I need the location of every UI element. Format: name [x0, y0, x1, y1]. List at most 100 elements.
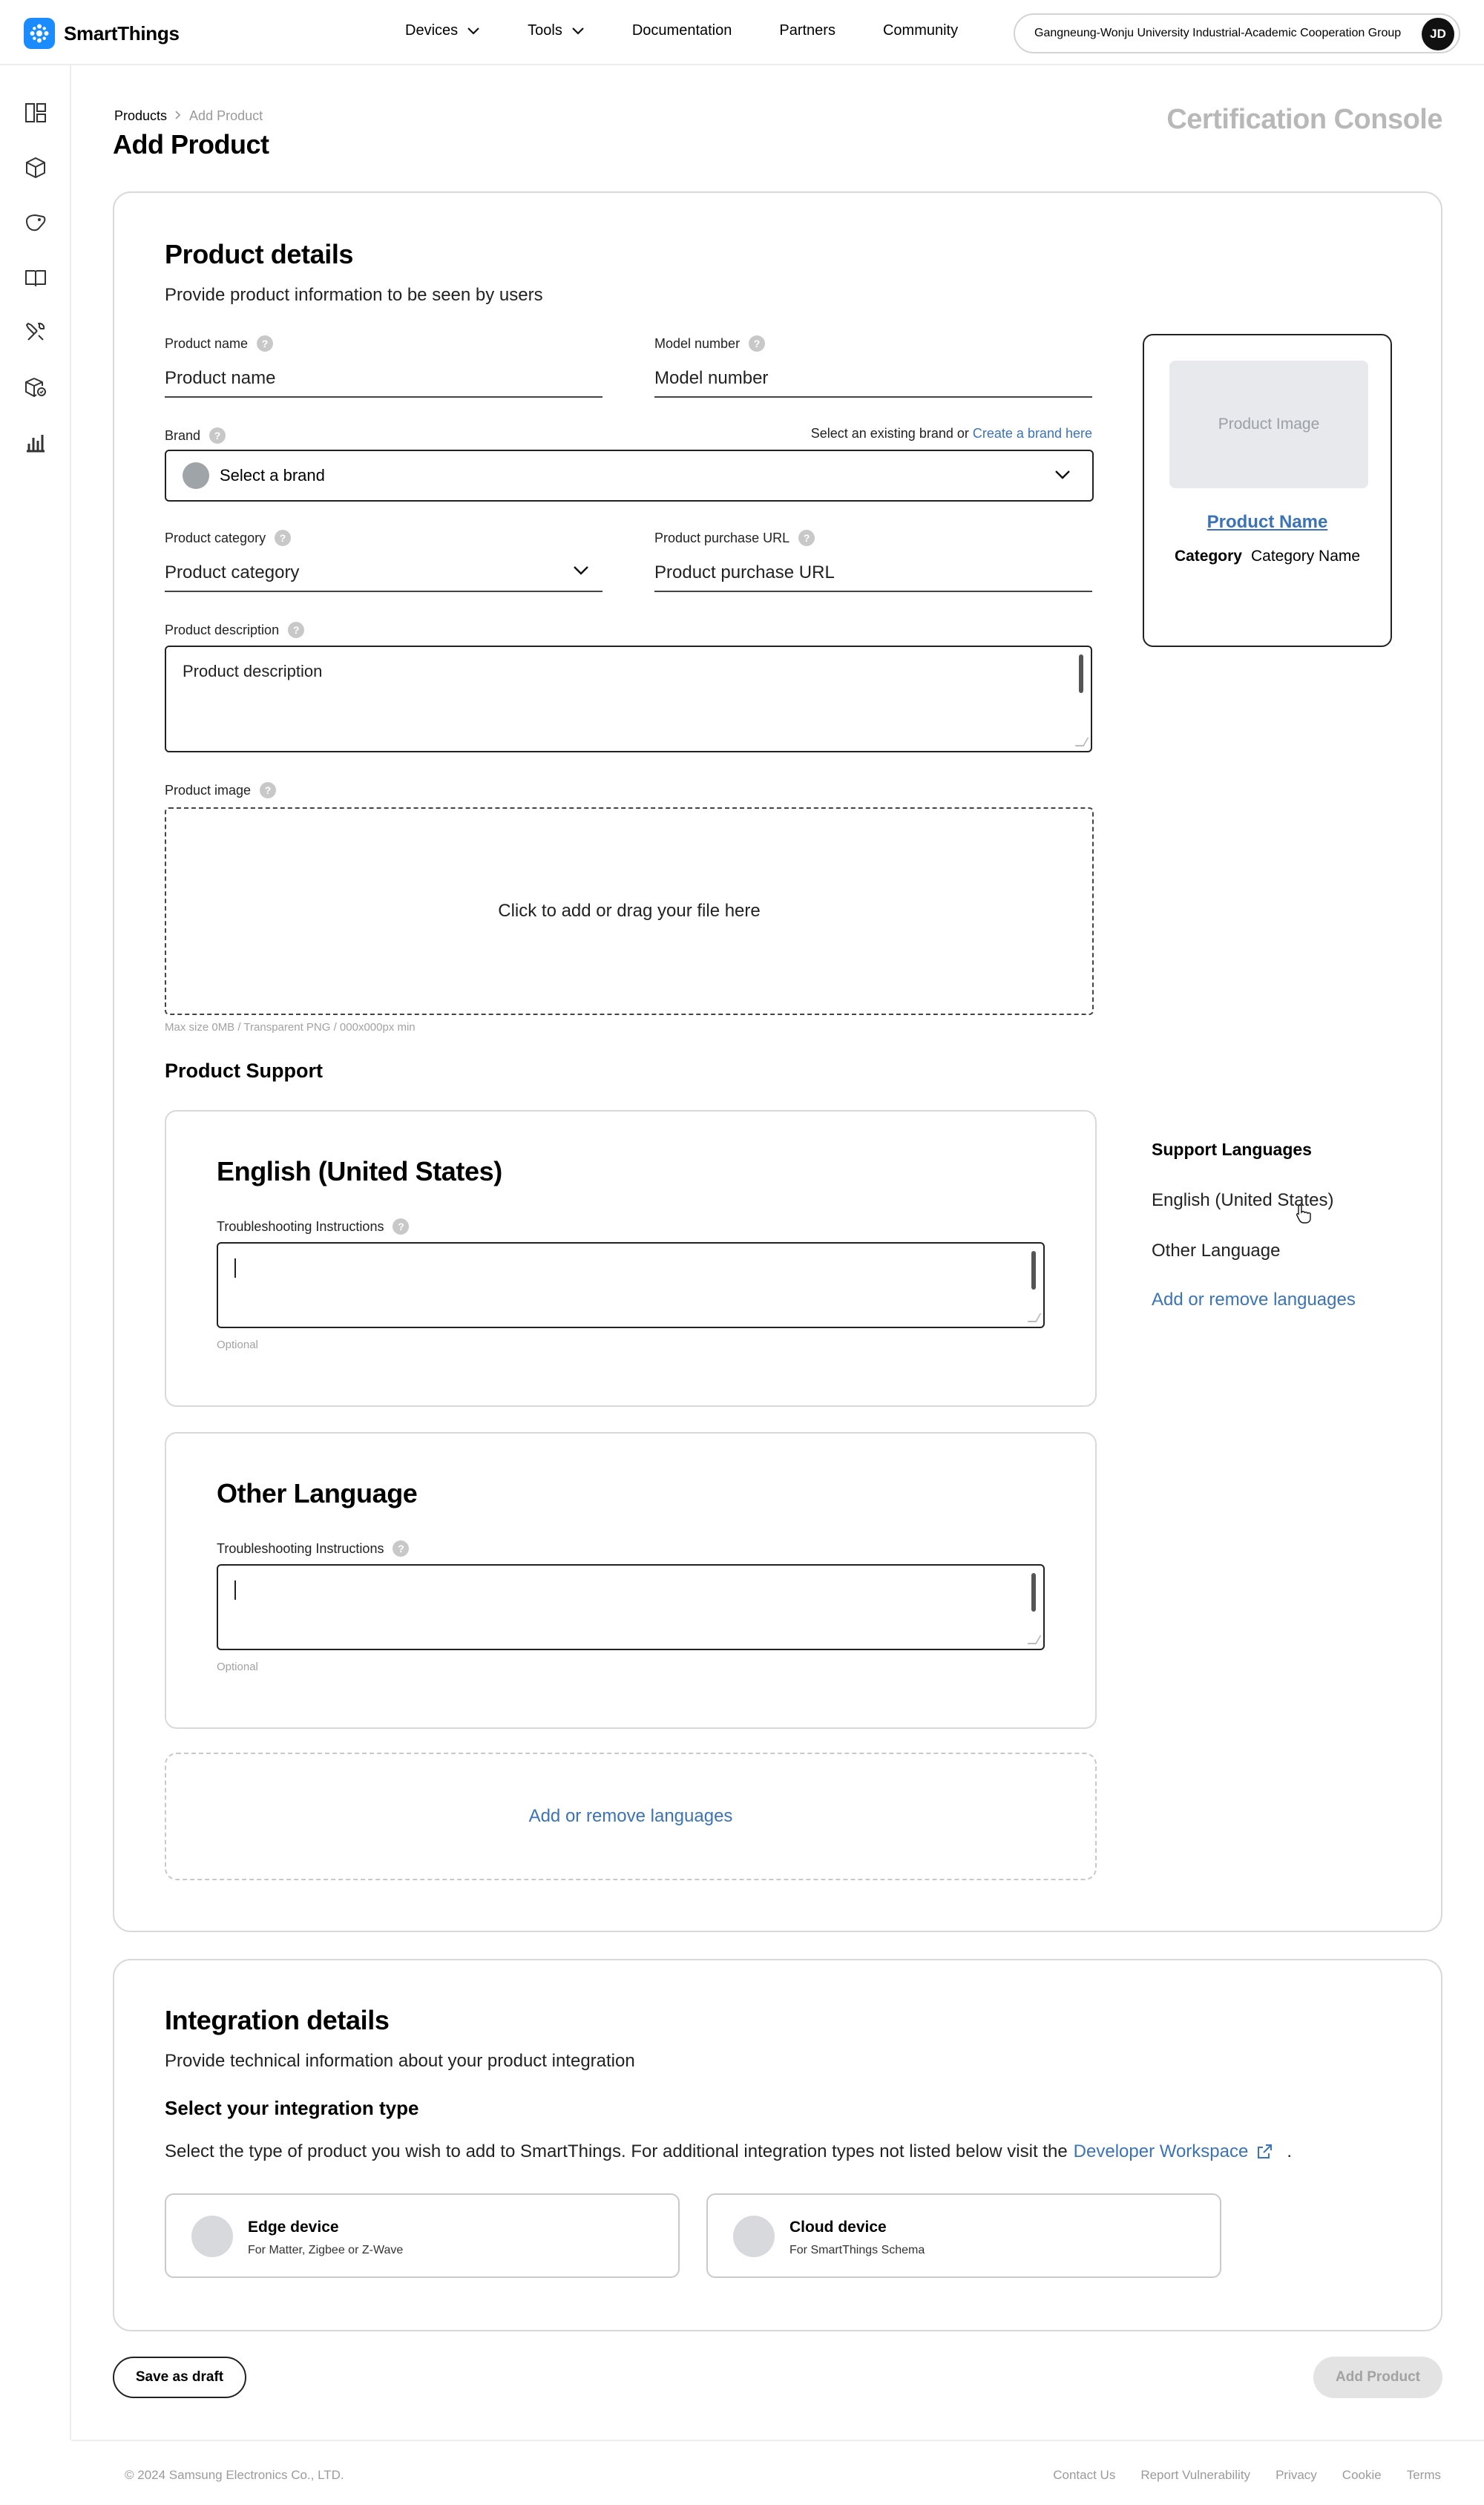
nav-item-label: Devices	[405, 22, 459, 39]
nav-item-documentation[interactable]: Documentation	[632, 22, 732, 39]
tools-icon[interactable]	[21, 318, 50, 347]
cube-icon[interactable]	[21, 153, 50, 183]
tag-icon[interactable]	[21, 208, 50, 237]
label-text: Product category	[165, 530, 266, 545]
analytics-icon[interactable]	[21, 427, 50, 457]
footer-link-privacy[interactable]: Privacy	[1275, 2468, 1317, 2483]
chevron-down-icon	[1055, 470, 1070, 479]
certified-box-icon[interactable]	[21, 372, 50, 402]
chevron-down-icon	[572, 27, 584, 35]
breadcrumb-products-link[interactable]: Products	[114, 108, 167, 124]
footer-link-contact[interactable]: Contact Us	[1053, 2468, 1115, 2483]
create-brand-link[interactable]: Create a brand here	[973, 426, 1092, 441]
chevron-right-icon	[174, 108, 182, 124]
integration-details-title: Integration details	[165, 2005, 390, 2035]
brand-placeholder-icon	[183, 462, 209, 489]
preview-category-label: Category	[1174, 548, 1242, 565]
nav-item-partners[interactable]: Partners	[779, 22, 835, 39]
integration-type-heading: Select your integration type	[165, 2097, 419, 2119]
integration-option-cloud[interactable]: Cloud device For SmartThings Schema	[706, 2193, 1221, 2278]
help-icon[interactable]: ?	[288, 622, 305, 638]
mouse-pointer-icon	[1296, 1204, 1311, 1224]
product-category-select[interactable]: Product category	[165, 555, 603, 592]
save-as-draft-button[interactable]: Save as draft	[113, 2357, 246, 2398]
left-sidebar	[0, 65, 71, 2440]
nav-item-tools[interactable]: Tools	[528, 22, 585, 39]
help-icon[interactable]: ?	[393, 1540, 410, 1557]
footer-link-report-vulnerability[interactable]: Report Vulnerability	[1140, 2468, 1250, 2483]
product-name-label: Product name ?	[165, 335, 274, 352]
dashboard-icon[interactable]	[21, 98, 50, 128]
label-text: Troubleshooting Instructions	[217, 1540, 384, 1556]
help-icon[interactable]: ?	[209, 427, 226, 444]
label-text: Product description	[165, 622, 280, 637]
resize-handle-icon[interactable]	[1074, 738, 1089, 746]
brand-hint: Select an existing brand or Create a bra…	[811, 426, 1092, 441]
footer-link-terms[interactable]: Terms	[1407, 2468, 1441, 2483]
scrollbar[interactable]	[1079, 654, 1083, 693]
resize-handle-icon[interactable]	[1027, 1635, 1042, 1644]
scrollbar[interactable]	[1031, 1573, 1036, 1612]
brand-select-value: Select a brand	[220, 466, 325, 485]
product-image-note: Max size 0MB / Transparent PNG / 000x000…	[165, 1021, 416, 1034]
help-icon[interactable]: ?	[749, 335, 766, 352]
troubleshooting-textarea[interactable]	[217, 1564, 1045, 1650]
purchase-url-input[interactable]: Product purchase URL	[654, 555, 1092, 592]
language-card-english: English (United States) Troubleshooting …	[165, 1110, 1097, 1407]
top-navigation-bar: SmartThings Devices Tools Documentation …	[0, 0, 1484, 65]
add-remove-languages-link[interactable]: Add or remove languages	[1152, 1290, 1356, 1310]
product-preview-card: Product Image Product Name Category Categ…	[1143, 334, 1392, 647]
breadcrumb-current: Add Product	[189, 108, 263, 123]
product-image-dropzone[interactable]: Click to add or drag your file here	[165, 807, 1094, 1015]
brand-hint-text: Select an existing brand or	[810, 426, 969, 441]
copyright-text: © 2024 Samsung Electronics Co., LTD.	[125, 2468, 344, 2482]
nav-item-label: Community	[882, 22, 959, 39]
help-icon[interactable]: ?	[257, 335, 274, 352]
label-text: Brand	[165, 427, 201, 443]
nav-item-devices[interactable]: Devices	[405, 22, 480, 39]
organization-switcher[interactable]: Gangneung-Wonju University Industrial-Ac…	[1014, 13, 1460, 53]
developer-workspace-link[interactable]: Developer Workspace	[1074, 2141, 1274, 2162]
product-details-subtitle: Provide product information to be seen b…	[165, 285, 543, 305]
smartthings-logo[interactable]: SmartThings	[24, 18, 180, 49]
help-icon[interactable]: ?	[260, 782, 277, 798]
model-number-input[interactable]: Model number	[654, 361, 1092, 398]
integration-type-text: Select the type of product you wish to a…	[165, 2141, 1068, 2161]
book-icon[interactable]	[21, 263, 50, 292]
avatar[interactable]: JD	[1422, 18, 1454, 50]
help-icon[interactable]: ?	[798, 530, 815, 546]
footer-links: Contact Us Report Vulnerability Privacy …	[1028, 2468, 1441, 2483]
help-icon[interactable]: ?	[275, 530, 292, 546]
organization-name: Gangneung-Wonju University Industrial-Ac…	[1034, 27, 1402, 39]
scrollbar[interactable]	[1031, 1251, 1036, 1290]
integration-option-sub: For SmartThings Schema	[789, 2244, 925, 2256]
radio-button[interactable]	[191, 2216, 233, 2257]
chevron-down-icon	[574, 566, 588, 575]
help-icon[interactable]: ?	[393, 1218, 410, 1235]
product-image-placeholder: Product Image	[1169, 361, 1368, 488]
label-text: Product purchase URL	[654, 530, 790, 545]
brand-select[interactable]: Select a brand	[165, 450, 1094, 502]
add-remove-languages-button[interactable]: Add or remove languages	[165, 1753, 1097, 1880]
integration-option-sub: For Matter, Zigbee or Z-Wave	[248, 2244, 404, 2256]
nav-item-label: Tools	[528, 22, 562, 39]
text-caret	[234, 1258, 236, 1278]
optional-note: Optional	[217, 1661, 258, 1673]
nav-item-label: Documentation	[631, 22, 732, 39]
footer-link-cookie[interactable]: Cookie	[1342, 2468, 1382, 2483]
nav-item-community[interactable]: Community	[883, 22, 958, 39]
product-description-textarea[interactable]: Product description	[165, 646, 1092, 752]
support-language-other[interactable]: Other Language	[1152, 1241, 1280, 1261]
add-product-button[interactable]: Add Product	[1313, 2357, 1442, 2398]
language-title: English (United States)	[217, 1156, 502, 1186]
radio-button[interactable]	[733, 2216, 775, 2257]
breadcrumb: Products Add Product	[114, 108, 263, 124]
integration-option-edge[interactable]: Edge device For Matter, Zigbee or Z-Wave	[165, 2193, 680, 2278]
troubleshooting-label: Troubleshooting Instructions ?	[217, 1540, 410, 1557]
resize-handle-icon[interactable]	[1027, 1313, 1042, 1322]
troubleshooting-textarea[interactable]	[217, 1242, 1045, 1328]
preview-category-value: Category Name	[1250, 548, 1361, 565]
preview-product-name[interactable]: Product Name	[1144, 512, 1391, 533]
product-name-input[interactable]: Product name	[165, 361, 603, 398]
product-support-title: Product Support	[165, 1060, 323, 1082]
